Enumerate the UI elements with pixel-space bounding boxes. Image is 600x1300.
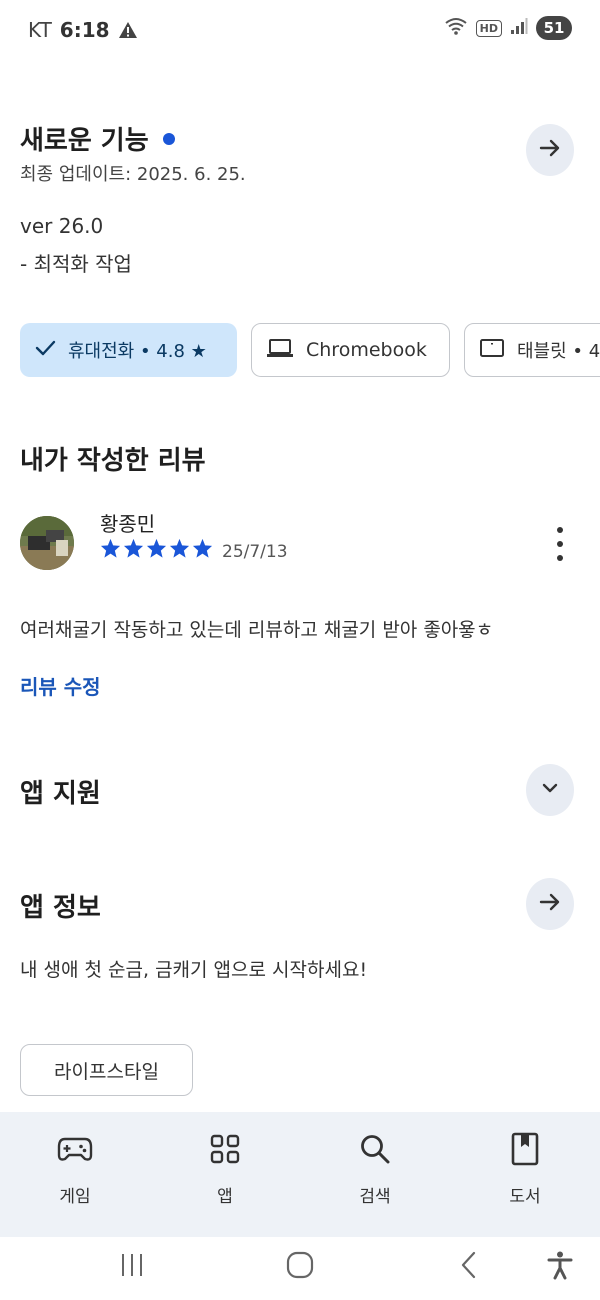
accessibility-button[interactable] <box>544 1245 576 1289</box>
nav-item-apps[interactable]: 앱 <box>175 1130 275 1207</box>
app-info-arrow-button[interactable] <box>526 878 574 930</box>
avatar[interactable] <box>20 516 74 570</box>
status-right: HD 51 <box>444 16 572 40</box>
my-review-title: 내가 작성한 리뷰 <box>20 446 206 476</box>
star-rating <box>100 538 213 562</box>
version-text: ver 26.0 <box>20 214 104 238</box>
arrow-right-icon <box>538 890 562 918</box>
bottom-navigation: 게임 앱 검색 도서 <box>0 1112 600 1237</box>
device-chip-tablet[interactable]: 태블릿 • 4 <box>464 323 600 377</box>
battery-indicator: 51 <box>536 16 572 40</box>
star-icon <box>192 538 213 562</box>
device-chip-chromebook[interactable]: Chromebook <box>251 323 450 377</box>
warning-icon <box>118 21 138 39</box>
back-icon <box>457 1250 479 1284</box>
nav-item-games[interactable]: 게임 <box>25 1130 125 1207</box>
arrow-right-icon <box>538 136 562 164</box>
apps-grid-icon <box>210 1130 240 1168</box>
review-text: 여러채굴기 작동하고 있는데 리뷰하고 채굴기 받아 좋아욯ㅎ <box>20 619 494 641</box>
back-button[interactable] <box>454 1245 482 1289</box>
search-icon <box>359 1130 391 1168</box>
carrier-label: KT <box>28 18 52 42</box>
nav-item-search[interactable]: 검색 <box>325 1130 425 1207</box>
app-info-title: 앱 정보 <box>20 893 101 923</box>
whats-new-header: 새로운 기능 <box>20 120 175 157</box>
nav-label-books: 도서 <box>509 1187 541 1207</box>
reviewer-name: 황종민 <box>100 512 156 536</box>
nav-item-books[interactable]: 도서 <box>475 1130 575 1207</box>
star-icon <box>146 538 167 562</box>
clock: 6:18 <box>59 18 110 42</box>
wifi-icon <box>444 16 468 40</box>
star-icon <box>123 538 144 562</box>
star-icon <box>169 538 190 562</box>
home-icon <box>285 1250 315 1284</box>
home-button[interactable] <box>284 1245 316 1289</box>
status-left: KT 6:18 <box>28 18 138 42</box>
tablet-icon <box>479 337 505 364</box>
app-description: 내 생애 첫 순금, 금캐기 앱으로 시작하세요! <box>20 959 368 981</box>
device-chip-tablet-label: 태블릿 • 4 <box>517 341 600 362</box>
review-more-options-button[interactable] <box>550 527 570 561</box>
new-indicator-dot <box>162 132 175 145</box>
laptop-icon <box>266 337 294 364</box>
book-icon <box>511 1130 539 1168</box>
release-note: - 최적화 작업 <box>20 252 132 276</box>
app-support-title: 앱 지원 <box>20 779 101 809</box>
device-chip-phone-label: 휴대전화 • 4.8 ★ <box>68 341 207 362</box>
review-date: 25/7/13 <box>222 542 288 562</box>
system-navigation-bar <box>0 1237 600 1300</box>
nav-label-search: 검색 <box>359 1187 391 1207</box>
device-chip-phone[interactable]: 휴대전화 • 4.8 ★ <box>20 323 237 377</box>
status-bar: KT 6:18 HD 51 <box>0 0 600 60</box>
chevron-down-icon <box>539 777 561 803</box>
category-chip-label: 라이프스타일 <box>54 1060 159 1083</box>
device-chip-chromebook-label: Chromebook <box>306 339 427 361</box>
signal-icon <box>510 17 528 39</box>
recent-apps-icon <box>118 1251 146 1283</box>
accessibility-icon <box>546 1250 574 1284</box>
app-support-expand-button[interactable] <box>526 764 574 816</box>
check-icon <box>34 337 56 364</box>
recent-apps-button[interactable] <box>116 1245 148 1289</box>
edit-review-link[interactable]: 리뷰 수정 <box>20 671 101 700</box>
whats-new-arrow-button[interactable] <box>526 124 574 176</box>
nav-label-games: 게임 <box>59 1187 91 1207</box>
nav-label-apps: 앱 <box>217 1187 233 1207</box>
more-vert-icon <box>557 527 563 533</box>
whats-new-title: 새로운 기능 <box>20 126 149 156</box>
last-updated: 최종 업데이트: 2025. 6. 25. <box>20 164 246 185</box>
category-chip[interactable]: 라이프스타일 <box>20 1044 193 1096</box>
star-icon <box>100 538 121 562</box>
hd-voice-badge: HD <box>475 19 502 37</box>
gamepad-icon <box>57 1130 93 1168</box>
